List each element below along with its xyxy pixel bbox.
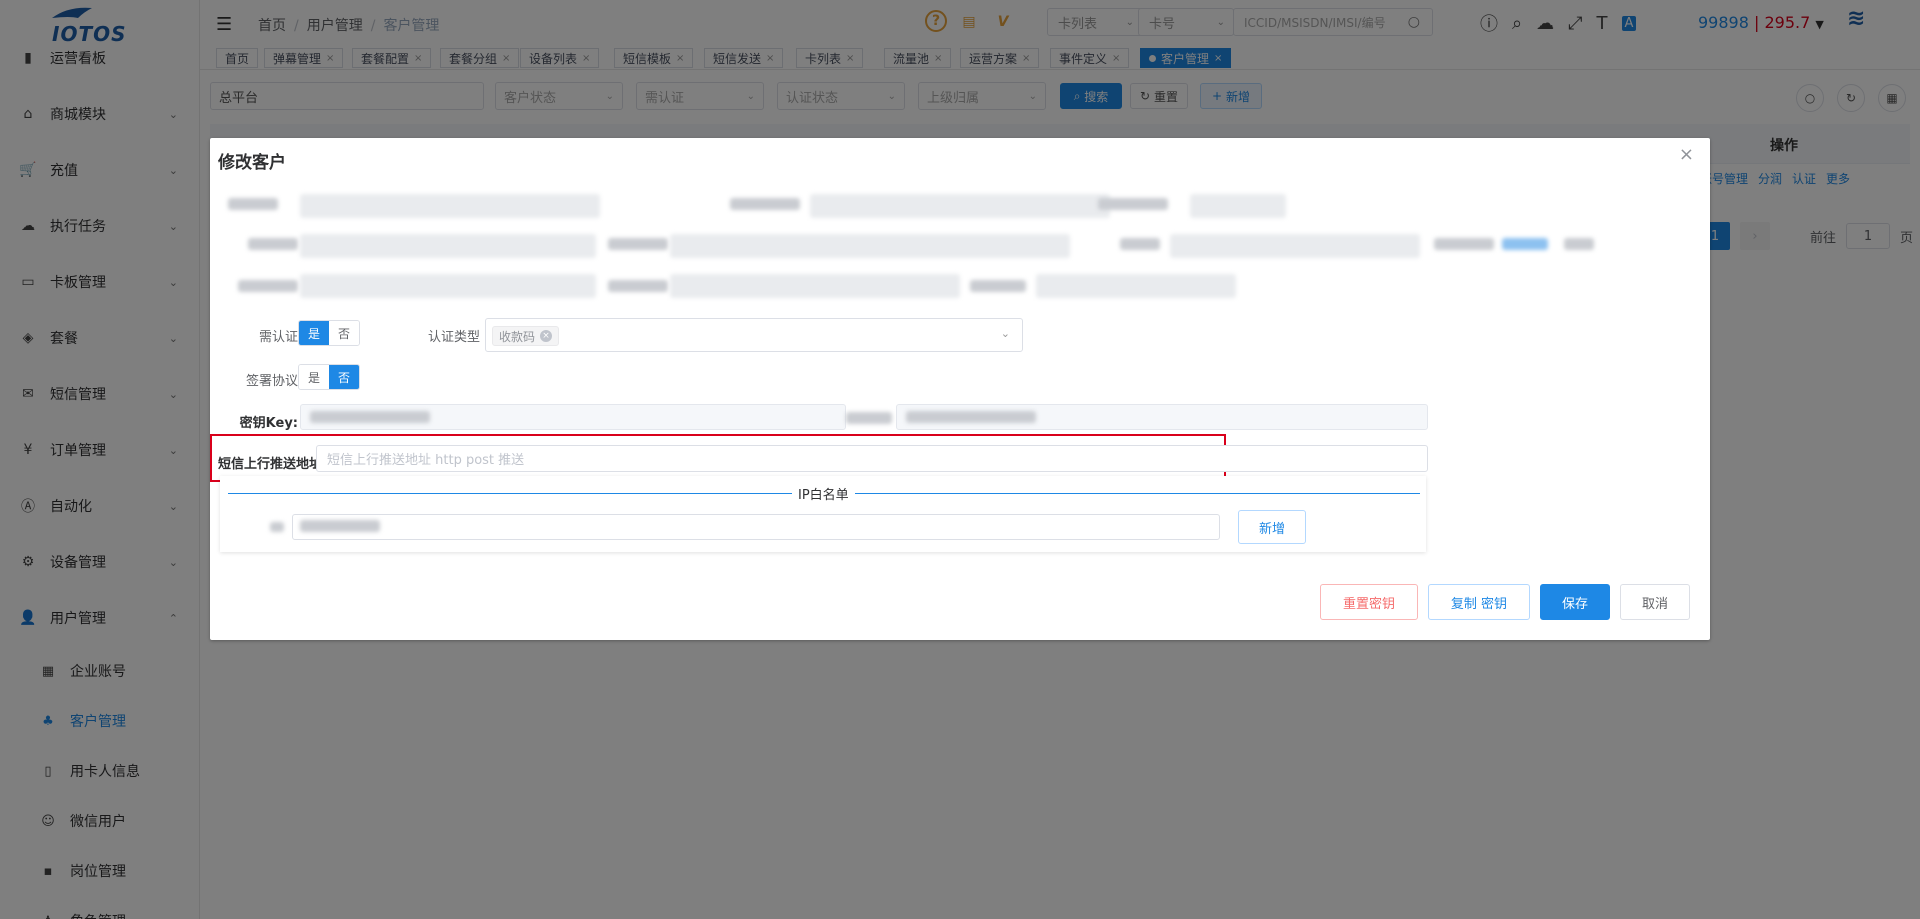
auth-type-label: 认证类型: [427, 330, 480, 345]
redacted-label: [1564, 238, 1594, 250]
redacted-field: [1036, 274, 1236, 298]
ip-whitelist-title: IP白名单: [792, 484, 855, 503]
redacted-label: [846, 412, 892, 424]
close-icon[interactable]: ×: [1679, 144, 1694, 165]
redacted-field: [300, 194, 600, 218]
redacted-label: [270, 522, 284, 532]
redacted-label: [248, 238, 298, 250]
need-auth-label: 需认证: [258, 330, 298, 345]
sign-yes[interactable]: 是: [299, 365, 329, 389]
redacted-field: [1170, 234, 1420, 258]
sign-agreement-label: 签署协议: [245, 374, 298, 389]
reset-key-button[interactable]: 重置密钥: [1320, 584, 1418, 620]
auth-type-tag: 收款码 ×: [492, 326, 560, 346]
need-auth-toggle: 是 否: [298, 320, 360, 346]
tag-close-icon[interactable]: ×: [540, 330, 553, 342]
ip-add-button[interactable]: 新增: [1238, 510, 1306, 544]
redacted-label: [1434, 238, 1494, 250]
need-auth-yes[interactable]: 是: [299, 321, 329, 345]
edit-customer-dialog: 修改客户 × 需认证 是 否 认证类型 收款码 × ⌄ 签署协议 是 否 密钥Ke…: [210, 138, 1710, 640]
redacted-label: [608, 238, 668, 250]
redacted-secret: [906, 411, 1036, 423]
redacted-label: [238, 280, 298, 292]
redacted-label: [970, 280, 1026, 292]
auth-type-select[interactable]: 收款码 × ⌄: [485, 318, 1023, 352]
auth-type-tag-label: 收款码: [499, 329, 536, 344]
sign-no[interactable]: 否: [329, 365, 359, 389]
dialog-title: 修改客户: [218, 153, 286, 173]
redacted-field: [670, 234, 1070, 258]
copy-key-button[interactable]: 复制 密钥: [1428, 584, 1530, 620]
redacted-label: [730, 198, 800, 210]
redacted-label: [1120, 238, 1160, 250]
redacted-label: [608, 280, 668, 292]
redacted-link: [1502, 238, 1548, 250]
redacted-label: [1098, 198, 1168, 210]
redacted-key: [310, 411, 430, 423]
cancel-button[interactable]: 取消: [1620, 584, 1690, 620]
sms-push-url-input[interactable]: 短信上行推送地址 http post 推送: [316, 445, 1428, 472]
ip-input[interactable]: [292, 514, 1220, 540]
sms-push-label: 短信上行推送地址: [218, 457, 323, 472]
redacted-field: [810, 194, 1110, 218]
redacted-field: [300, 234, 596, 258]
save-button[interactable]: 保存: [1540, 584, 1610, 620]
redacted-ip: [300, 520, 380, 532]
redacted-field: [1190, 194, 1286, 218]
chevron-down-icon: ⌄: [1000, 327, 1010, 340]
secret-key-label: 密钥Key:: [239, 416, 298, 431]
redacted-field: [300, 274, 596, 298]
sms-push-placeholder: 短信上行推送地址 http post 推送: [327, 453, 525, 468]
redacted-field: [670, 274, 960, 298]
redacted-label: [228, 198, 278, 210]
sign-agreement-toggle: 是 否: [298, 364, 360, 390]
ip-whitelist-panel: IP白名单 新增: [220, 476, 1426, 552]
need-auth-no[interactable]: 否: [329, 321, 359, 345]
